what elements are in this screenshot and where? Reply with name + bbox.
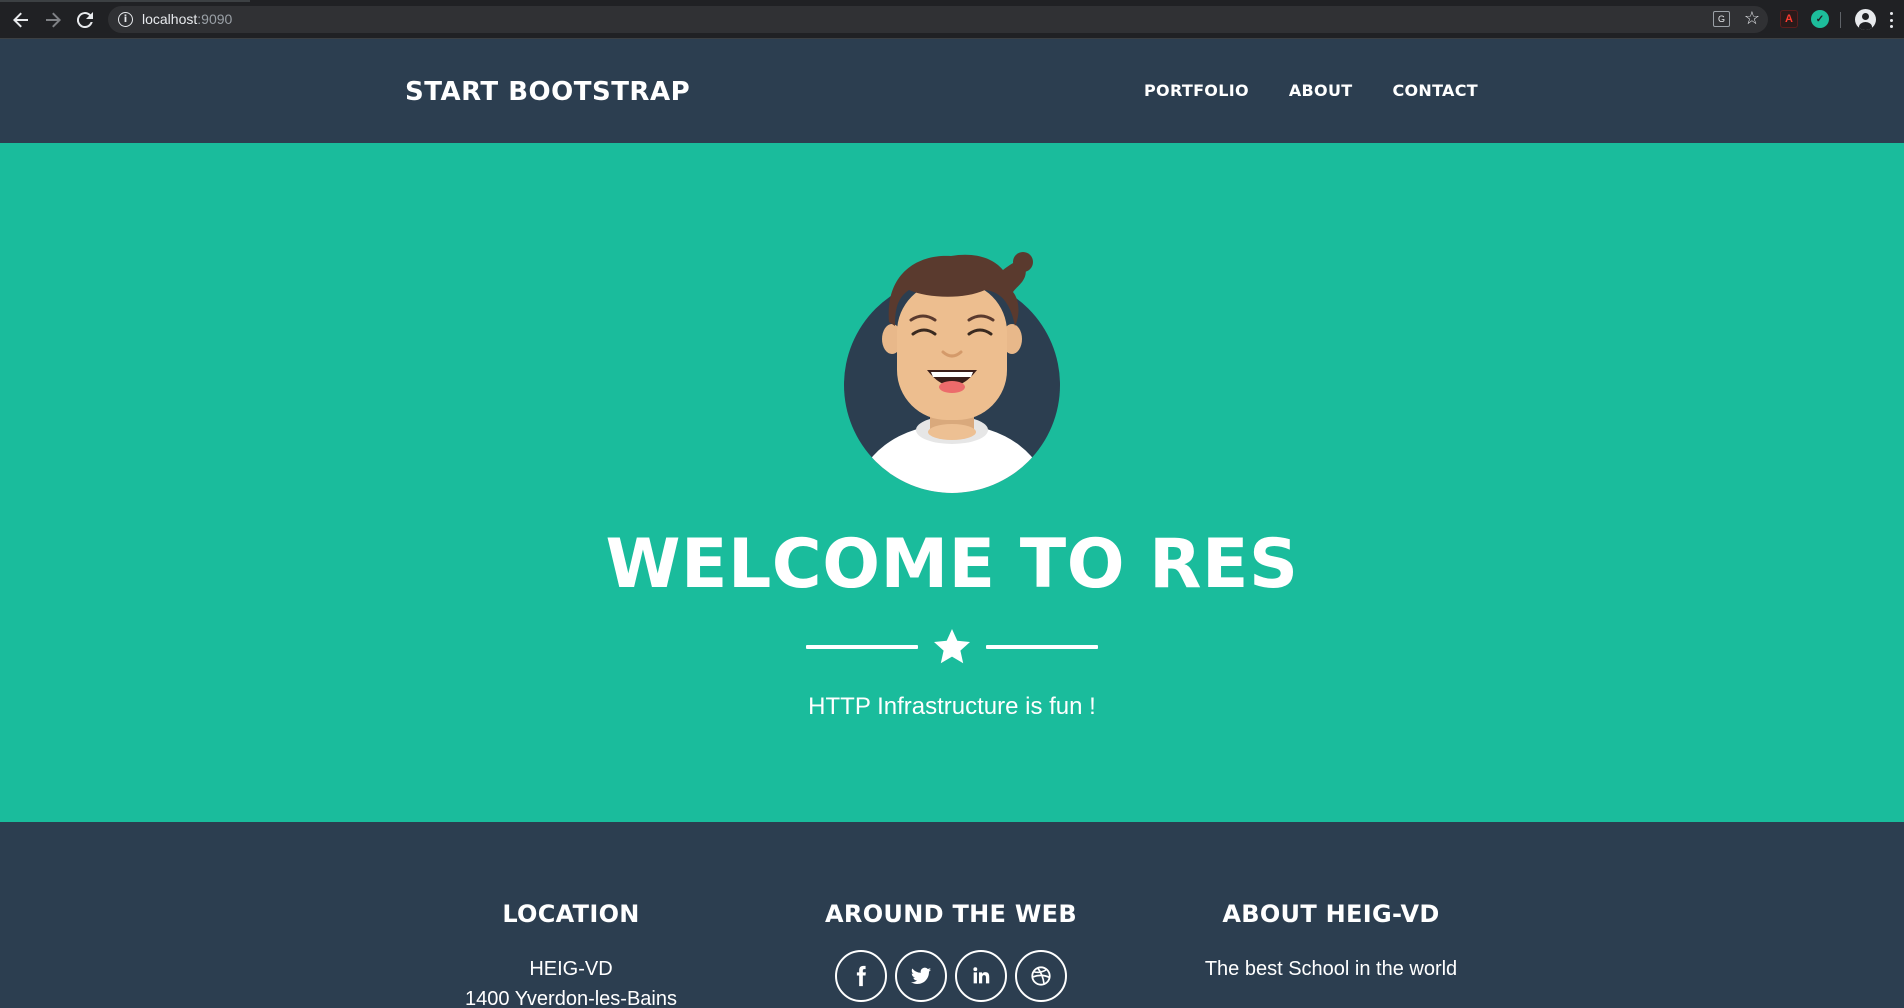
facebook-button[interactable]: [835, 950, 887, 1002]
bookmark-star-icon[interactable]: ☆: [1744, 8, 1760, 29]
page-subtitle: HTTP Infrastructure is fun !: [808, 693, 1096, 720]
arrow-right-icon: [46, 12, 61, 28]
location-line-2: 1400 Yverdon-les-Bains: [465, 988, 677, 1008]
address-bar[interactable]: i localhost:9090 G ☆: [108, 6, 1768, 33]
location-line-1: HEIG-VD: [529, 958, 613, 980]
reload-button[interactable]: [73, 8, 97, 32]
footer-around-the-web: AROUND THE WEB: [761, 900, 1141, 1002]
nav-links: PORTFOLIO ABOUT CONTACT: [1144, 81, 1478, 100]
nav-link-contact[interactable]: CONTACT: [1392, 81, 1478, 100]
facebook-icon: [856, 965, 866, 987]
site-footer: LOCATION HEIG-VD 1400 Yverdon-les-Bains …: [0, 822, 1904, 1008]
page-title: WELCOME TO RES: [605, 525, 1299, 604]
reload-icon: [77, 12, 93, 28]
site-navbar: START BOOTSTRAP PORTFOLIO ABOUT CONTACT: [0, 39, 1904, 143]
brand-link[interactable]: START BOOTSTRAP: [405, 77, 690, 107]
star-divider: [806, 625, 1098, 665]
star-icon: [934, 629, 970, 664]
menu-icon[interactable]: [1890, 12, 1894, 28]
arrow-left-icon: [13, 12, 28, 28]
footer-location: LOCATION HEIG-VD 1400 Yverdon-les-Bains: [381, 900, 761, 1008]
about-text: The best School in the world: [1204, 958, 1458, 980]
loading-bar: [0, 0, 250, 2]
linkedin-icon: [973, 967, 990, 984]
dribbble-button[interactable]: [1015, 950, 1067, 1002]
profile-icon[interactable]: [1855, 9, 1876, 30]
info-icon[interactable]: i: [118, 12, 133, 27]
shield-extension-icon[interactable]: ✓: [1811, 10, 1829, 28]
forward-button[interactable]: [41, 8, 65, 32]
url-text: localhost:9090: [142, 11, 233, 27]
location-heading: LOCATION: [502, 900, 640, 928]
pdf-extension-icon[interactable]: A: [1780, 10, 1798, 28]
about-heading: ABOUT HEIG-VD: [1222, 900, 1440, 928]
divider-line-left: [806, 645, 918, 649]
dribbble-icon: [1031, 966, 1051, 986]
nav-link-about[interactable]: ABOUT: [1289, 81, 1353, 100]
avatar-illustration: [844, 252, 1060, 493]
browser-toolbar: i localhost:9090 G ☆ A ✓: [0, 0, 1904, 39]
twitter-icon: [910, 967, 932, 984]
masthead: WELCOME TO RES HTTP Infrastructure is fu…: [0, 143, 1904, 822]
footer-about: ABOUT HEIG-VD The best School in the wor…: [1141, 900, 1521, 984]
nav-link-portfolio[interactable]: PORTFOLIO: [1144, 81, 1249, 100]
divider-line-right: [986, 645, 1098, 649]
translate-icon[interactable]: G: [1713, 11, 1730, 27]
social-links: [761, 950, 1141, 1002]
around-the-web-heading: AROUND THE WEB: [825, 900, 1077, 928]
back-button[interactable]: [9, 8, 33, 32]
linkedin-button[interactable]: [955, 950, 1007, 1002]
toolbar-separator: [1840, 12, 1841, 28]
twitter-button[interactable]: [895, 950, 947, 1002]
